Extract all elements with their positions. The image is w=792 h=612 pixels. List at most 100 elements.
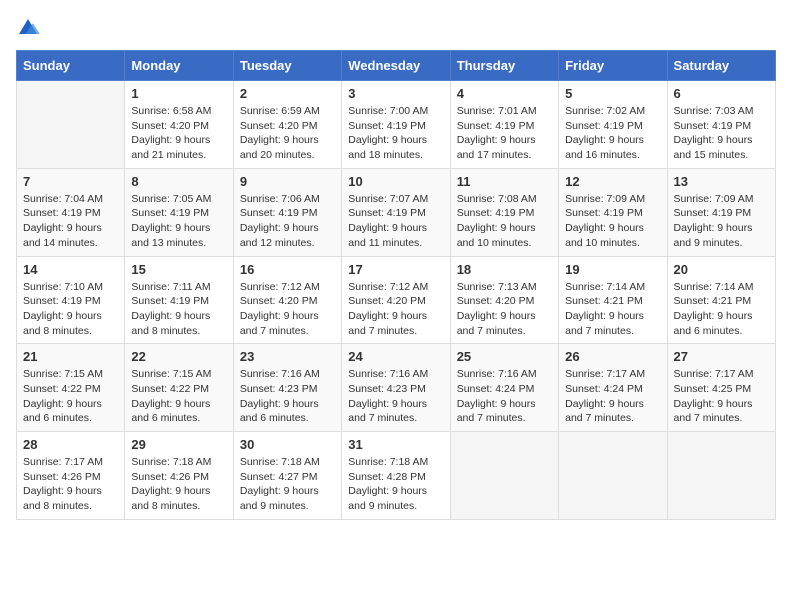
- day-header-tuesday: Tuesday: [233, 51, 341, 81]
- calendar-cell: [450, 432, 558, 520]
- calendar-cell: 3Sunrise: 7:00 AMSunset: 4:19 PMDaylight…: [342, 81, 450, 169]
- day-header-monday: Monday: [125, 51, 233, 81]
- calendar-table: SundayMondayTuesdayWednesdayThursdayFrid…: [16, 50, 776, 520]
- calendar-cell: 1 Sunrise: 6:58 AMSunset: 4:20 PMDaylight…: [125, 81, 233, 169]
- calendar-cell: 22 Sunrise: 7:15 AMSunset: 4:22 PMDayligh…: [125, 344, 233, 432]
- day-info: Sunrise: 7:01 AMSunset: 4:19 PMDaylight:…: [457, 104, 552, 163]
- day-info: Sunrise: 7:02 AMSunset: 4:19 PMDaylight:…: [565, 104, 660, 163]
- day-info: Sunrise: 7:15 AMSunset: 4:22 PMDaylight:…: [131, 367, 226, 426]
- calendar-cell: 13 Sunrise: 7:09 AMSunset: 4:19 PMDayligh…: [667, 168, 775, 256]
- day-info: Sunrise: 7:18 AMSunset: 4:28 PMDaylight:…: [348, 455, 443, 514]
- day-number: 20: [674, 262, 769, 277]
- day-number: 23: [240, 349, 335, 364]
- calendar-cell: 16 Sunrise: 7:12 AMSunset: 4:20 PMDayligh…: [233, 256, 341, 344]
- calendar-cell: 17 Sunrise: 7:12 AMSunset: 4:20 PMDayligh…: [342, 256, 450, 344]
- calendar-week-row: 28 Sunrise: 7:17 AMSunset: 4:26 PMDayligh…: [17, 432, 776, 520]
- calendar-cell: 10Sunrise: 7:07 AMSunset: 4:19 PMDayligh…: [342, 168, 450, 256]
- day-info: Sunrise: 6:59 AMSunset: 4:20 PMDaylight:…: [240, 104, 335, 163]
- day-number: 27: [674, 349, 769, 364]
- day-info: Sunrise: 7:17 AMSunset: 4:25 PMDaylight:…: [674, 367, 769, 426]
- calendar-cell: [667, 432, 775, 520]
- day-info: Sunrise: 7:17 AMSunset: 4:26 PMDaylight:…: [23, 455, 118, 514]
- day-info: Sunrise: 6:58 AMSunset: 4:20 PMDaylight:…: [131, 104, 226, 163]
- day-info: Sunrise: 7:04 AMSunset: 4:19 PMDaylight:…: [23, 192, 118, 251]
- calendar-cell: 28 Sunrise: 7:17 AMSunset: 4:26 PMDayligh…: [17, 432, 125, 520]
- day-number: 9: [240, 174, 335, 189]
- day-number: 12: [565, 174, 660, 189]
- day-number: 4: [457, 86, 552, 101]
- day-info: Sunrise: 7:11 AMSunset: 4:19 PMDaylight:…: [131, 280, 226, 339]
- day-info: Sunrise: 7:06 AMSunset: 4:19 PMDaylight:…: [240, 192, 335, 251]
- day-info: Sunrise: 7:08 AMSunset: 4:19 PMDaylight:…: [457, 192, 552, 251]
- calendar-cell: 18Sunrise: 7:13 AMSunset: 4:20 PMDayligh…: [450, 256, 558, 344]
- calendar-cell: 24 Sunrise: 7:16 AMSunset: 4:23 PMDayligh…: [342, 344, 450, 432]
- day-number: 5: [565, 86, 660, 101]
- day-number: 15: [131, 262, 226, 277]
- day-number: 25: [457, 349, 552, 364]
- calendar-cell: 4 Sunrise: 7:01 AMSunset: 4:19 PMDaylight…: [450, 81, 558, 169]
- page-header: [16, 16, 776, 40]
- day-info: Sunrise: 7:17 AMSunset: 4:24 PMDaylight:…: [565, 367, 660, 426]
- day-header-saturday: Saturday: [667, 51, 775, 81]
- day-number: 8: [131, 174, 226, 189]
- day-number: 11: [457, 174, 552, 189]
- calendar-cell: 7Sunrise: 7:04 AMSunset: 4:19 PMDaylight…: [17, 168, 125, 256]
- day-number: 3: [348, 86, 443, 101]
- day-header-friday: Friday: [559, 51, 667, 81]
- calendar-cell: 26 Sunrise: 7:17 AMSunset: 4:24 PMDayligh…: [559, 344, 667, 432]
- day-info: Sunrise: 7:16 AMSunset: 4:23 PMDaylight:…: [348, 367, 443, 426]
- calendar-cell: 19 Sunrise: 7:14 AMSunset: 4:21 PMDayligh…: [559, 256, 667, 344]
- day-number: 13: [674, 174, 769, 189]
- calendar-cell: 29Sunrise: 7:18 AMSunset: 4:26 PMDayligh…: [125, 432, 233, 520]
- day-header-thursday: Thursday: [450, 51, 558, 81]
- day-info: Sunrise: 7:09 AMSunset: 4:19 PMDaylight:…: [565, 192, 660, 251]
- day-info: Sunrise: 7:12 AMSunset: 4:20 PMDaylight:…: [348, 280, 443, 339]
- calendar-week-row: 14Sunrise: 7:10 AMSunset: 4:19 PMDayligh…: [17, 256, 776, 344]
- day-info: Sunrise: 7:18 AMSunset: 4:27 PMDaylight:…: [240, 455, 335, 514]
- calendar-cell: 8Sunrise: 7:05 AMSunset: 4:19 PMDaylight…: [125, 168, 233, 256]
- calendar-cell: 27 Sunrise: 7:17 AMSunset: 4:25 PMDayligh…: [667, 344, 775, 432]
- day-info: Sunrise: 7:16 AMSunset: 4:23 PMDaylight:…: [240, 367, 335, 426]
- day-info: Sunrise: 7:09 AMSunset: 4:19 PMDaylight:…: [674, 192, 769, 251]
- day-number: 22: [131, 349, 226, 364]
- day-number: 30: [240, 437, 335, 452]
- day-header-sunday: Sunday: [17, 51, 125, 81]
- day-number: 24: [348, 349, 443, 364]
- day-number: 26: [565, 349, 660, 364]
- calendar-week-row: 21Sunrise: 7:15 AMSunset: 4:22 PMDayligh…: [17, 344, 776, 432]
- day-info: Sunrise: 7:14 AMSunset: 4:21 PMDaylight:…: [674, 280, 769, 339]
- calendar-cell: 31Sunrise: 7:18 AMSunset: 4:28 PMDayligh…: [342, 432, 450, 520]
- day-number: 1: [131, 86, 226, 101]
- day-number: 2: [240, 86, 335, 101]
- logo-icon: [16, 16, 40, 40]
- calendar-cell: 25 Sunrise: 7:16 AMSunset: 4:24 PMDayligh…: [450, 344, 558, 432]
- calendar-cell: 15 Sunrise: 7:11 AMSunset: 4:19 PMDayligh…: [125, 256, 233, 344]
- day-number: 16: [240, 262, 335, 277]
- day-info: Sunrise: 7:12 AMSunset: 4:20 PMDaylight:…: [240, 280, 335, 339]
- day-number: 28: [23, 437, 118, 452]
- calendar-header-row: SundayMondayTuesdayWednesdayThursdayFrid…: [17, 51, 776, 81]
- day-info: Sunrise: 7:14 AMSunset: 4:21 PMDaylight:…: [565, 280, 660, 339]
- calendar-cell: 11 Sunrise: 7:08 AMSunset: 4:19 PMDayligh…: [450, 168, 558, 256]
- day-info: Sunrise: 7:15 AMSunset: 4:22 PMDaylight:…: [23, 367, 118, 426]
- day-number: 19: [565, 262, 660, 277]
- calendar-cell: 2 Sunrise: 6:59 AMSunset: 4:20 PMDaylight…: [233, 81, 341, 169]
- calendar-cell: 12 Sunrise: 7:09 AMSunset: 4:19 PMDayligh…: [559, 168, 667, 256]
- day-header-wednesday: Wednesday: [342, 51, 450, 81]
- calendar-cell: 5 Sunrise: 7:02 AMSunset: 4:19 PMDaylight…: [559, 81, 667, 169]
- calendar-cell: 21Sunrise: 7:15 AMSunset: 4:22 PMDayligh…: [17, 344, 125, 432]
- calendar-cell: [559, 432, 667, 520]
- calendar-cell: 6Sunrise: 7:03 AMSunset: 4:19 PMDaylight…: [667, 81, 775, 169]
- day-info: Sunrise: 7:16 AMSunset: 4:24 PMDaylight:…: [457, 367, 552, 426]
- calendar-cell: 20 Sunrise: 7:14 AMSunset: 4:21 PMDayligh…: [667, 256, 775, 344]
- day-info: Sunrise: 7:10 AMSunset: 4:19 PMDaylight:…: [23, 280, 118, 339]
- day-number: 29: [131, 437, 226, 452]
- calendar-week-row: 1 Sunrise: 6:58 AMSunset: 4:20 PMDaylight…: [17, 81, 776, 169]
- day-info: Sunrise: 7:13 AMSunset: 4:20 PMDaylight:…: [457, 280, 552, 339]
- calendar-cell: [17, 81, 125, 169]
- day-number: 17: [348, 262, 443, 277]
- calendar-cell: 30 Sunrise: 7:18 AMSunset: 4:27 PMDayligh…: [233, 432, 341, 520]
- day-number: 10: [348, 174, 443, 189]
- calendar-week-row: 7Sunrise: 7:04 AMSunset: 4:19 PMDaylight…: [17, 168, 776, 256]
- calendar-cell: 14Sunrise: 7:10 AMSunset: 4:19 PMDayligh…: [17, 256, 125, 344]
